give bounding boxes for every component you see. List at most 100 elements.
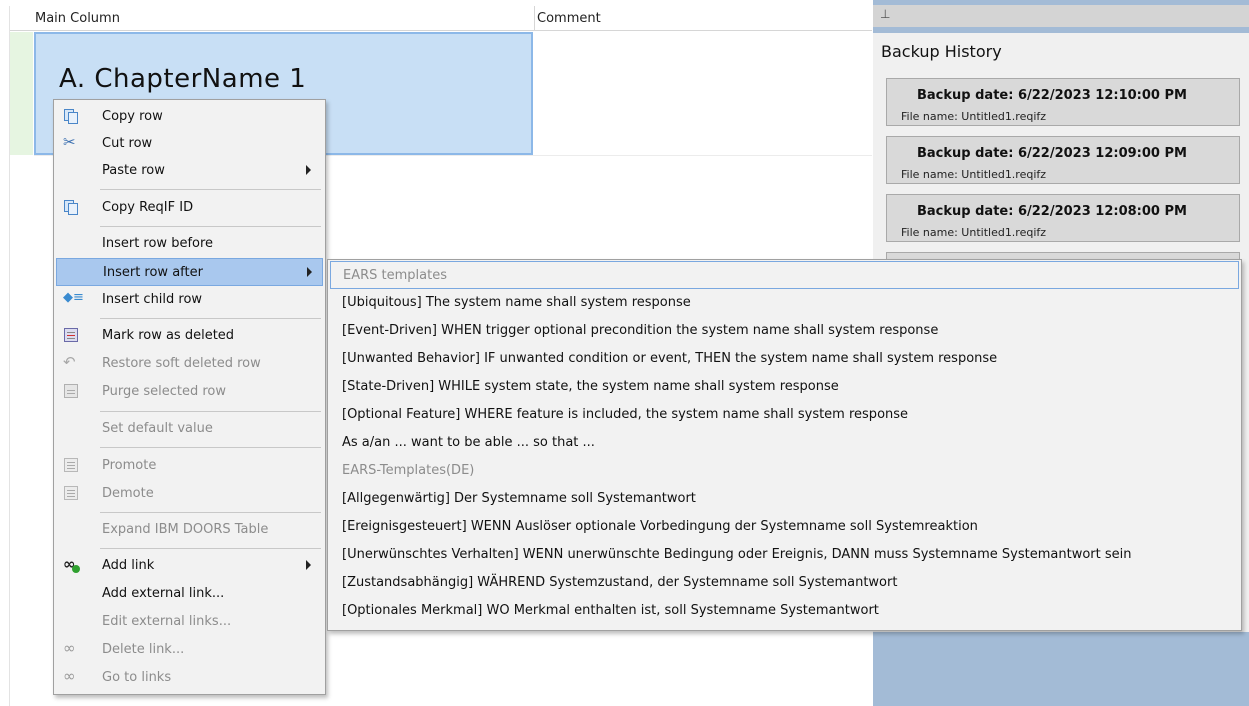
menu-item-label: Demote	[102, 486, 154, 501]
restore-icon: ↶	[63, 353, 76, 371]
menu-item-insert-child-row[interactable]: ◆≡ Insert child row	[56, 286, 323, 314]
submenu-item-ereignisgesteuert[interactable]: [Ereignisgesteuert] WENN Auslöser option…	[330, 513, 1239, 541]
submenu-item-user-story[interactable]: As a/an ... want to be able ... so that …	[330, 429, 1239, 457]
menu-item-label: Insert child row	[102, 292, 203, 307]
submenu-item-label: [State-Driven] WHILE system state, the s…	[342, 379, 839, 394]
menu-item-expand-ibm-doors-table[interactable]: Expand IBM DOORS Table	[56, 516, 323, 544]
panel-titlebar: ⊥	[873, 5, 1249, 27]
submenu-item-label: [Ereignisgesteuert] WENN Auslöser option…	[342, 519, 978, 534]
submenu-item-unwanted-behavior[interactable]: [Unwanted Behavior] IF unwanted conditio…	[330, 345, 1239, 373]
menu-item-demote[interactable]: Demote	[56, 480, 323, 508]
submenu-item-optionales-merkmal[interactable]: [Optionales Merkmal] WO Merkmal enthalte…	[330, 597, 1239, 625]
promote-icon	[63, 457, 79, 473]
backup-file-name: File name: Untitled1.reqifz	[901, 168, 1047, 181]
submenu-item-label: [Optionales Merkmal] WO Merkmal enthalte…	[342, 603, 879, 618]
menu-item-label: Mark row as deleted	[102, 328, 235, 343]
go-to-links-icon: ∞	[63, 667, 76, 685]
mark-deleted-icon	[63, 327, 79, 343]
menu-item-restore-soft-deleted[interactable]: ↶ Restore soft deleted row	[56, 350, 323, 378]
menu-item-insert-row-after[interactable]: Insert row after	[56, 258, 323, 286]
backup-file-name: File name: Untitled1.reqifz	[901, 226, 1047, 239]
row-status-stripe[interactable]	[10, 32, 33, 155]
menu-item-add-link[interactable]: ∞ Add link	[56, 552, 323, 580]
backup-item[interactable]: Backup date: 6/22/2023 12:08:00 PM File …	[886, 194, 1240, 242]
insert-row-after-submenu: EARS templates [Ubiquitous] The system n…	[327, 259, 1242, 631]
demote-icon	[63, 485, 79, 501]
submenu-item-allgegenwaertig[interactable]: [Allgegenwärtig] Der Systemname soll Sys…	[330, 485, 1239, 513]
menu-item-label: Cut row	[102, 136, 153, 151]
submenu-item-label: [Ubiquitous] The system name shall syste…	[342, 295, 691, 310]
chapter-title: A. ChapterName 1	[59, 64, 307, 94]
menu-item-set-default-value[interactable]: Set default value	[56, 415, 323, 443]
menu-item-label: Expand IBM DOORS Table	[102, 522, 269, 537]
backup-item[interactable]: Backup date: 6/22/2023 12:10:00 PM File …	[886, 78, 1240, 126]
menu-separator	[100, 447, 321, 448]
submenu-item-ubiquitous[interactable]: [Ubiquitous] The system name shall syste…	[330, 289, 1239, 317]
submenu-item-label: EARS templates	[343, 268, 447, 283]
submenu-arrow-icon	[306, 560, 311, 570]
backup-item[interactable]: Backup date: 6/22/2023 12:09:00 PM File …	[886, 136, 1240, 184]
submenu-item-unerwuenschtes-verhalten[interactable]: [Unerwünschtes Verhalten] WENN unerwünsc…	[330, 541, 1239, 569]
menu-item-edit-external-links[interactable]: Edit external links...	[56, 608, 323, 636]
context-menu: Copy row ✂ Cut row Paste row Copy ReqIF …	[53, 99, 326, 695]
menu-separator	[100, 318, 321, 319]
submenu-group-ears-templates: EARS templates	[330, 261, 1239, 289]
grid-header: Main Column Comment	[10, 6, 872, 31]
menu-item-purge-selected-row[interactable]: Purge selected row	[56, 378, 323, 406]
menu-item-label: Copy ReqIF ID	[102, 200, 194, 215]
menu-item-label: Promote	[102, 458, 157, 473]
panel-header: Backup History	[873, 33, 1249, 67]
menu-separator	[100, 226, 321, 227]
menu-item-label: Insert row before	[102, 236, 214, 251]
panel-title: Backup History	[881, 42, 1002, 61]
submenu-item-optional-feature[interactable]: [Optional Feature] WHERE feature is incl…	[330, 401, 1239, 429]
menu-item-label: Restore soft deleted row	[102, 356, 261, 371]
pin-icon[interactable]: ⊥	[880, 7, 890, 21]
menu-item-promote[interactable]: Promote	[56, 452, 323, 480]
menu-item-label: Paste row	[102, 163, 165, 178]
column-header-main[interactable]: Main Column	[32, 6, 535, 31]
submenu-group-ears-templates-de: EARS-Templates(DE)	[330, 457, 1239, 485]
column-header-comment[interactable]: Comment	[535, 6, 875, 31]
submenu-item-label: EARS-Templates(DE)	[342, 463, 475, 478]
backup-file-name: File name: Untitled1.reqifz	[901, 110, 1047, 123]
scissors-icon: ✂	[63, 133, 76, 151]
submenu-item-state-driven[interactable]: [State-Driven] WHILE system state, the s…	[330, 373, 1239, 401]
submenu-arrow-icon	[307, 267, 312, 277]
menu-item-mark-row-deleted[interactable]: Mark row as deleted	[56, 322, 323, 350]
panel-empty-area	[873, 632, 1249, 706]
menu-item-label: Add external link...	[102, 586, 225, 601]
menu-item-label: Edit external links...	[102, 614, 232, 629]
submenu-item-label: [Unwanted Behavior] IF unwanted conditio…	[342, 351, 998, 366]
purge-icon	[63, 383, 79, 399]
menu-item-label: Copy row	[102, 109, 163, 124]
menu-item-copy-row[interactable]: Copy row	[56, 103, 323, 131]
menu-separator	[100, 512, 321, 513]
submenu-item-event-driven[interactable]: [Event-Driven] WHEN trigger optional pre…	[330, 317, 1239, 345]
add-link-icon: ∞	[63, 556, 80, 573]
submenu-item-label: [Allgegenwärtig] Der Systemname soll Sys…	[342, 491, 696, 506]
menu-item-paste-row[interactable]: Paste row	[56, 157, 323, 185]
delete-link-icon: ∞	[63, 639, 76, 657]
menu-item-label: Purge selected row	[102, 384, 227, 399]
submenu-item-zustandsabhaengig[interactable]: [Zustandsabhängig] WÄHREND Systemzustand…	[330, 569, 1239, 597]
menu-separator	[100, 411, 321, 412]
menu-separator	[100, 548, 321, 549]
submenu-item-label: As a/an ... want to be able ... so that …	[342, 435, 595, 450]
menu-item-delete-link[interactable]: ∞ Delete link...	[56, 636, 323, 664]
menu-item-add-external-link[interactable]: Add external link...	[56, 580, 323, 608]
submenu-item-label: [Unerwünschtes Verhalten] WENN unerwünsc…	[342, 547, 1132, 562]
submenu-item-label: [Zustandsabhängig] WÄHREND Systemzustand…	[342, 575, 898, 590]
menu-item-go-to-links[interactable]: ∞ Go to links	[56, 664, 323, 692]
submenu-item-label: [Optional Feature] WHERE feature is incl…	[342, 407, 909, 422]
copy-icon	[63, 199, 79, 215]
submenu-item-label: [Event-Driven] WHEN trigger optional pre…	[342, 323, 939, 338]
backup-date: Backup date: 6/22/2023 12:10:00 PM	[917, 88, 1187, 103]
menu-item-label: Add link	[102, 558, 155, 573]
menu-item-copy-reqif-id[interactable]: Copy ReqIF ID	[56, 194, 323, 222]
submenu-arrow-icon	[306, 165, 311, 175]
menu-item-label: Insert row after	[103, 265, 203, 280]
menu-item-insert-row-before[interactable]: Insert row before	[56, 230, 323, 258]
backup-date: Backup date: 6/22/2023 12:08:00 PM	[917, 204, 1187, 219]
menu-item-cut-row[interactable]: ✂ Cut row	[56, 130, 323, 158]
